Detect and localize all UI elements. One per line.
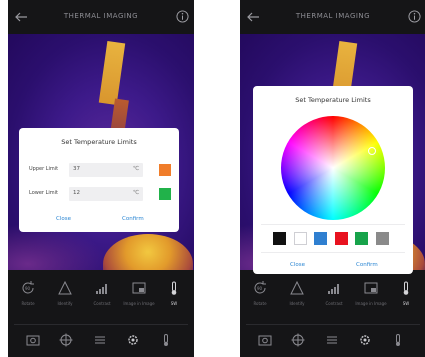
camera-icon[interactable] <box>26 333 40 347</box>
tool-sw[interactable]: SW <box>156 280 192 320</box>
phone-screen-right: THERMAL IMAGING 90 Rotate Identify Contr… <box>240 0 425 357</box>
upper-limit-row: Upper Limit 37 ℃ <box>29 163 171 177</box>
color-swatch[interactable] <box>375 232 389 245</box>
svg-text:90: 90 <box>25 286 31 291</box>
color-swatch[interactable] <box>355 232 368 245</box>
target-icon[interactable] <box>59 333 73 347</box>
signal-bars-icon <box>96 284 107 294</box>
tool-label: Rotate <box>253 301 267 306</box>
list-icon[interactable] <box>93 333 107 347</box>
tool-label: SW <box>170 301 178 306</box>
dialog-title: Set Temperature Limits <box>61 138 137 146</box>
divider <box>246 324 420 325</box>
target-icon[interactable] <box>291 333 305 347</box>
upper-color-swatch[interactable] <box>159 164 171 176</box>
thermometer-icon[interactable] <box>159 333 173 347</box>
color-swatch[interactable] <box>334 232 348 245</box>
lower-limit-value: 12 <box>73 190 80 196</box>
rotate-icon: 90 <box>254 281 266 294</box>
tool-label: Image in Image <box>355 301 387 306</box>
tool-label: Identify <box>57 301 73 306</box>
info-icon[interactable] <box>408 10 421 23</box>
lower-limit-row: Lower Limit 12 ℃ <box>29 187 171 201</box>
divider <box>261 252 405 253</box>
color-wheel-handle[interactable] <box>368 147 376 155</box>
color-picker-dialog: Set Temperature Limits Close Confirm <box>253 86 413 274</box>
camera-icon[interactable] <box>258 333 272 347</box>
thermometer-icon[interactable] <box>391 333 405 347</box>
divider <box>14 324 188 325</box>
svg-text:90: 90 <box>257 286 263 291</box>
color-swatch[interactable] <box>314 232 327 245</box>
upper-limit-value: 37 <box>73 166 80 172</box>
list-icon[interactable] <box>325 333 339 347</box>
unit-label: ℃ <box>132 190 139 196</box>
color-wheel[interactable] <box>281 116 385 220</box>
upper-limit-label: Upper Limit <box>29 166 59 172</box>
close-button[interactable]: Close <box>290 262 305 268</box>
tool-image-in-image[interactable]: Image in Image <box>121 280 157 320</box>
thermometer-icon <box>403 281 409 295</box>
tool-identify[interactable]: Identify <box>279 280 315 320</box>
confirm-button[interactable]: Confirm <box>356 262 378 268</box>
phone-screen-left: THERMAL IMAGING 90 Rotate Identify Contr… <box>8 0 194 357</box>
tool-image-in-image[interactable]: Image in Image <box>353 280 389 320</box>
color-swatch[interactable] <box>273 232 286 245</box>
lower-color-swatch[interactable] <box>159 188 171 200</box>
top-bar: THERMAL IMAGING <box>240 0 425 34</box>
divider <box>261 224 405 225</box>
upper-limit-input[interactable]: 37 ℃ <box>69 163 143 177</box>
page-title: THERMAL IMAGING <box>63 12 139 20</box>
dialog-title: Set Temperature Limits <box>295 96 371 104</box>
tool-label: Identify <box>289 301 305 306</box>
tool-label: Rotate <box>21 301 35 306</box>
unit-label: ℃ <box>132 166 139 172</box>
tool-identify[interactable]: Identify <box>47 280 83 320</box>
close-button[interactable]: Close <box>56 216 71 222</box>
thermometer-icon <box>171 281 177 295</box>
bottom-toolbar: 90 Rotate Identify Contrast Image in Ima… <box>240 270 425 357</box>
tool-label: Contrast <box>93 301 111 306</box>
settings-icon[interactable] <box>126 333 140 347</box>
tool-rotate[interactable]: 90 Rotate <box>10 280 46 320</box>
tool-sw[interactable]: SW <box>388 280 424 320</box>
lower-limit-label: Lower Limit <box>29 190 58 196</box>
color-swatch[interactable] <box>293 232 307 245</box>
tool-rotate[interactable]: 90 Rotate <box>242 280 278 320</box>
bottom-toolbar: 90 Rotate Identify Contrast Image in Ima… <box>8 270 194 357</box>
warm-area <box>103 234 193 270</box>
tool-contrast[interactable]: Contrast <box>84 280 120 320</box>
tool-label: Image in Image <box>123 301 155 306</box>
picture-in-picture-icon <box>364 282 378 294</box>
tool-label: SW <box>402 301 410 306</box>
page-title: THERMAL IMAGING <box>295 12 371 20</box>
settings-icon[interactable] <box>358 333 372 347</box>
info-icon[interactable] <box>176 10 189 23</box>
tool-label: Contrast <box>325 301 343 306</box>
confirm-button[interactable]: Confirm <box>122 216 144 222</box>
temperature-limits-dialog: Set Temperature Limits Upper Limit 37 ℃ … <box>19 128 179 232</box>
triangle-icon <box>290 280 304 295</box>
signal-bars-icon <box>328 284 339 294</box>
top-bar: THERMAL IMAGING <box>8 0 194 34</box>
lower-limit-input[interactable]: 12 ℃ <box>69 187 143 201</box>
rotate-icon: 90 <box>22 281 34 294</box>
hot-object <box>98 41 126 105</box>
tool-contrast[interactable]: Contrast <box>316 280 352 320</box>
picture-in-picture-icon <box>132 282 146 294</box>
triangle-icon <box>58 280 72 295</box>
